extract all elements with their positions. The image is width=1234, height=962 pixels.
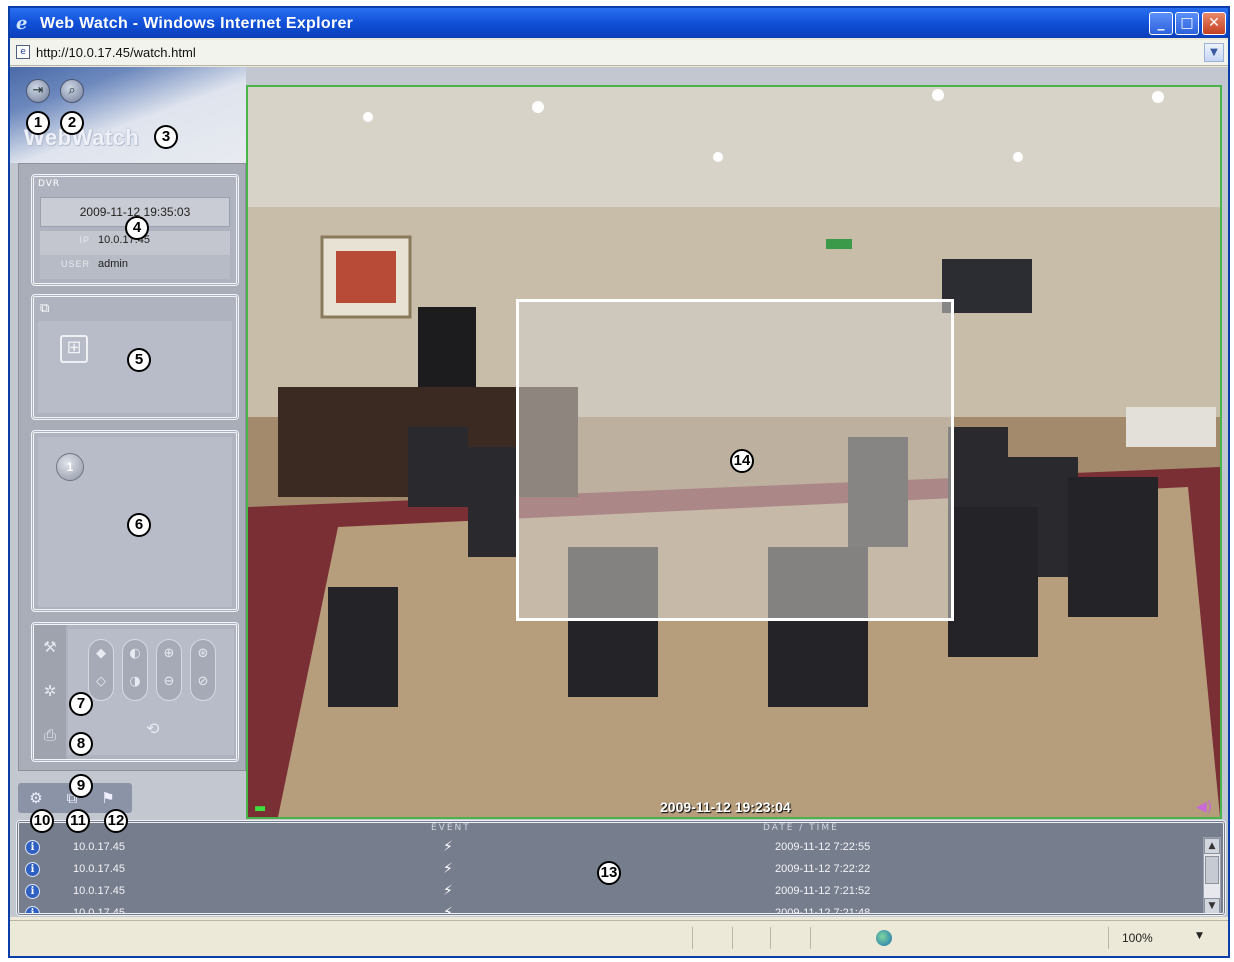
minimize-button[interactable]: _ [1149, 12, 1173, 35]
event-log-scrollbar[interactable]: ▲ ▼ [1203, 837, 1221, 913]
title-bar: e Web Watch - Windows Internet Explorer … [10, 8, 1228, 38]
maximize-button[interactable]: □ [1175, 12, 1199, 35]
callout-10: 10 [30, 809, 54, 833]
event-datetime: 2009-11-12 7:21:52 [775, 885, 871, 897]
info-icon: i [25, 840, 40, 855]
search-icon[interactable]: ⌕ [60, 79, 84, 103]
event-datetime: 2009-11-12 7:22:22 [775, 863, 871, 875]
preset-control[interactable]: ⊛ ⊘ [190, 639, 216, 701]
ptz-controls: ◆ ◇ ◐ ◑ ⊕ ⊖ ⊛ ⊘ ⟲ [68, 629, 234, 755]
url-text[interactable]: http://10.0.17.45/watch.html [36, 45, 196, 60]
user-label: USER [60, 259, 90, 269]
close-button[interactable]: ✕ [1202, 12, 1226, 35]
motion-icon: ⚡ [443, 839, 453, 855]
iris-control[interactable]: ◐ ◑ [122, 639, 148, 701]
sidebar: ⇥ ⌕ WebWatch 1 2 3 DVR 2009-11-12 19:35:… [10, 67, 246, 917]
status-divider [810, 927, 811, 949]
motion-icon: ⚡ [443, 861, 453, 877]
status-divider [1108, 927, 1109, 949]
datetime-column-header: DATE / TIME [763, 823, 839, 833]
info-icon: i [25, 906, 40, 913]
callout-5: 5 [127, 348, 151, 372]
setup-icon[interactable]: ⚙ [24, 787, 48, 809]
event-ip: 10.0.17.45 [73, 863, 125, 875]
browser-window: e Web Watch - Windows Internet Explorer … [8, 6, 1230, 958]
event-row[interactable]: i 10.0.17.45 ⚡ 2009-11-12 7:22:55 [19, 837, 1199, 859]
event-log-panel: EVENT DATE / TIME i 10.0.17.45 ⚡ 2009-11… [16, 820, 1226, 916]
callout-4: 4 [125, 216, 149, 240]
callout-14: 14 [730, 449, 754, 473]
camera-1-button[interactable]: 1 [56, 453, 84, 481]
callout-9: 9 [69, 774, 93, 798]
zoom-dropdown-icon[interactable]: ▼ [1196, 931, 1203, 941]
event-icon[interactable]: ⚑ [96, 787, 120, 809]
callout-11: 11 [66, 809, 90, 833]
status-divider [770, 927, 771, 949]
control-panels: DVR 2009-11-12 19:35:03 IP 10.0.17.45 US… [18, 163, 246, 798]
audio-icon[interactable]: ◀) [1196, 799, 1212, 815]
callout-13: 13 [597, 861, 621, 885]
user-row: USER admin [40, 255, 230, 279]
video-timestamp: 2009-11-12 19:23:04 [660, 799, 791, 815]
ip-label: IP [79, 235, 90, 245]
webwatch-app: ⇥ ⌕ WebWatch 1 2 3 DVR 2009-11-12 19:35:… [10, 67, 1228, 917]
internet-zone-icon [876, 930, 892, 946]
color-tab-icon[interactable]: ✲ [36, 671, 64, 711]
live-video-view[interactable]: 14 ▬ 2009-11-12 19:23:04 ◀) [246, 85, 1222, 819]
split-mode-icon[interactable]: ⧉ [40, 301, 49, 316]
motion-icon: ⚡ [443, 905, 453, 916]
status-divider [732, 927, 733, 949]
scroll-up-button[interactable]: ▲ [1204, 838, 1220, 854]
ptz-tab-icon[interactable]: ⚒ [36, 627, 64, 667]
callout-2: 2 [60, 111, 84, 135]
info-icon: i [25, 884, 40, 899]
callout-3: 3 [154, 125, 178, 149]
user-value: admin [98, 258, 128, 270]
focus-control[interactable]: ◆ ◇ [88, 639, 114, 701]
event-ip: 10.0.17.45 [73, 885, 125, 897]
event-ip: 10.0.17.45 [73, 841, 125, 853]
info-icon: i [25, 862, 40, 877]
callout-7: 7 [69, 692, 93, 716]
callout-6: 6 [127, 513, 151, 537]
event-datetime: 2009-11-12 7:22:55 [775, 841, 871, 853]
callout-12: 12 [104, 809, 128, 833]
quad-split-icon[interactable]: ⊞ [60, 335, 88, 363]
alarm-tab-icon[interactable]: ⎙ [36, 715, 64, 755]
recording-icon: ▬ [254, 801, 267, 816]
motion-icon: ⚡ [443, 883, 453, 899]
zoom-control[interactable]: ⊕ ⊖ [156, 639, 182, 701]
window-title: Web Watch - Windows Internet Explorer [40, 15, 354, 32]
event-row[interactable]: i 10.0.17.45 ⚡ 2009-11-12 7:21:48 [19, 903, 1199, 916]
ptz-tabs: ⚒ ✲ ⎙ [34, 625, 66, 759]
ie-logo-icon: e [16, 13, 28, 34]
exit-icon[interactable]: ⇥ [26, 79, 50, 103]
zoom-level[interactable]: 100% [1122, 931, 1153, 945]
address-dropdown-button[interactable]: ▼ [1204, 43, 1224, 62]
callout-1: 1 [26, 111, 50, 135]
status-bar: 100% ▼ [10, 920, 1228, 956]
event-datetime: 2009-11-12 7:21:48 [775, 907, 871, 916]
scroll-thumb[interactable] [1205, 856, 1219, 884]
scroll-down-button[interactable]: ▼ [1204, 898, 1220, 913]
dvr-header: DVR [38, 179, 61, 189]
ptz-reset-icon[interactable]: ⟲ [146, 719, 159, 738]
event-ip: 10.0.17.45 [73, 907, 125, 916]
status-divider [692, 927, 693, 949]
address-bar[interactable]: e http://10.0.17.45/watch.html ▼ [10, 40, 1228, 66]
callout-8: 8 [69, 732, 93, 756]
event-column-header: EVENT [431, 823, 471, 833]
ptz-panel: ⚒ ✲ ⎙ ◆ ◇ ◐ ◑ ⊕ ⊖ ⊛ ⊘ ⟲ [31, 622, 239, 762]
page-icon: e [16, 45, 30, 59]
